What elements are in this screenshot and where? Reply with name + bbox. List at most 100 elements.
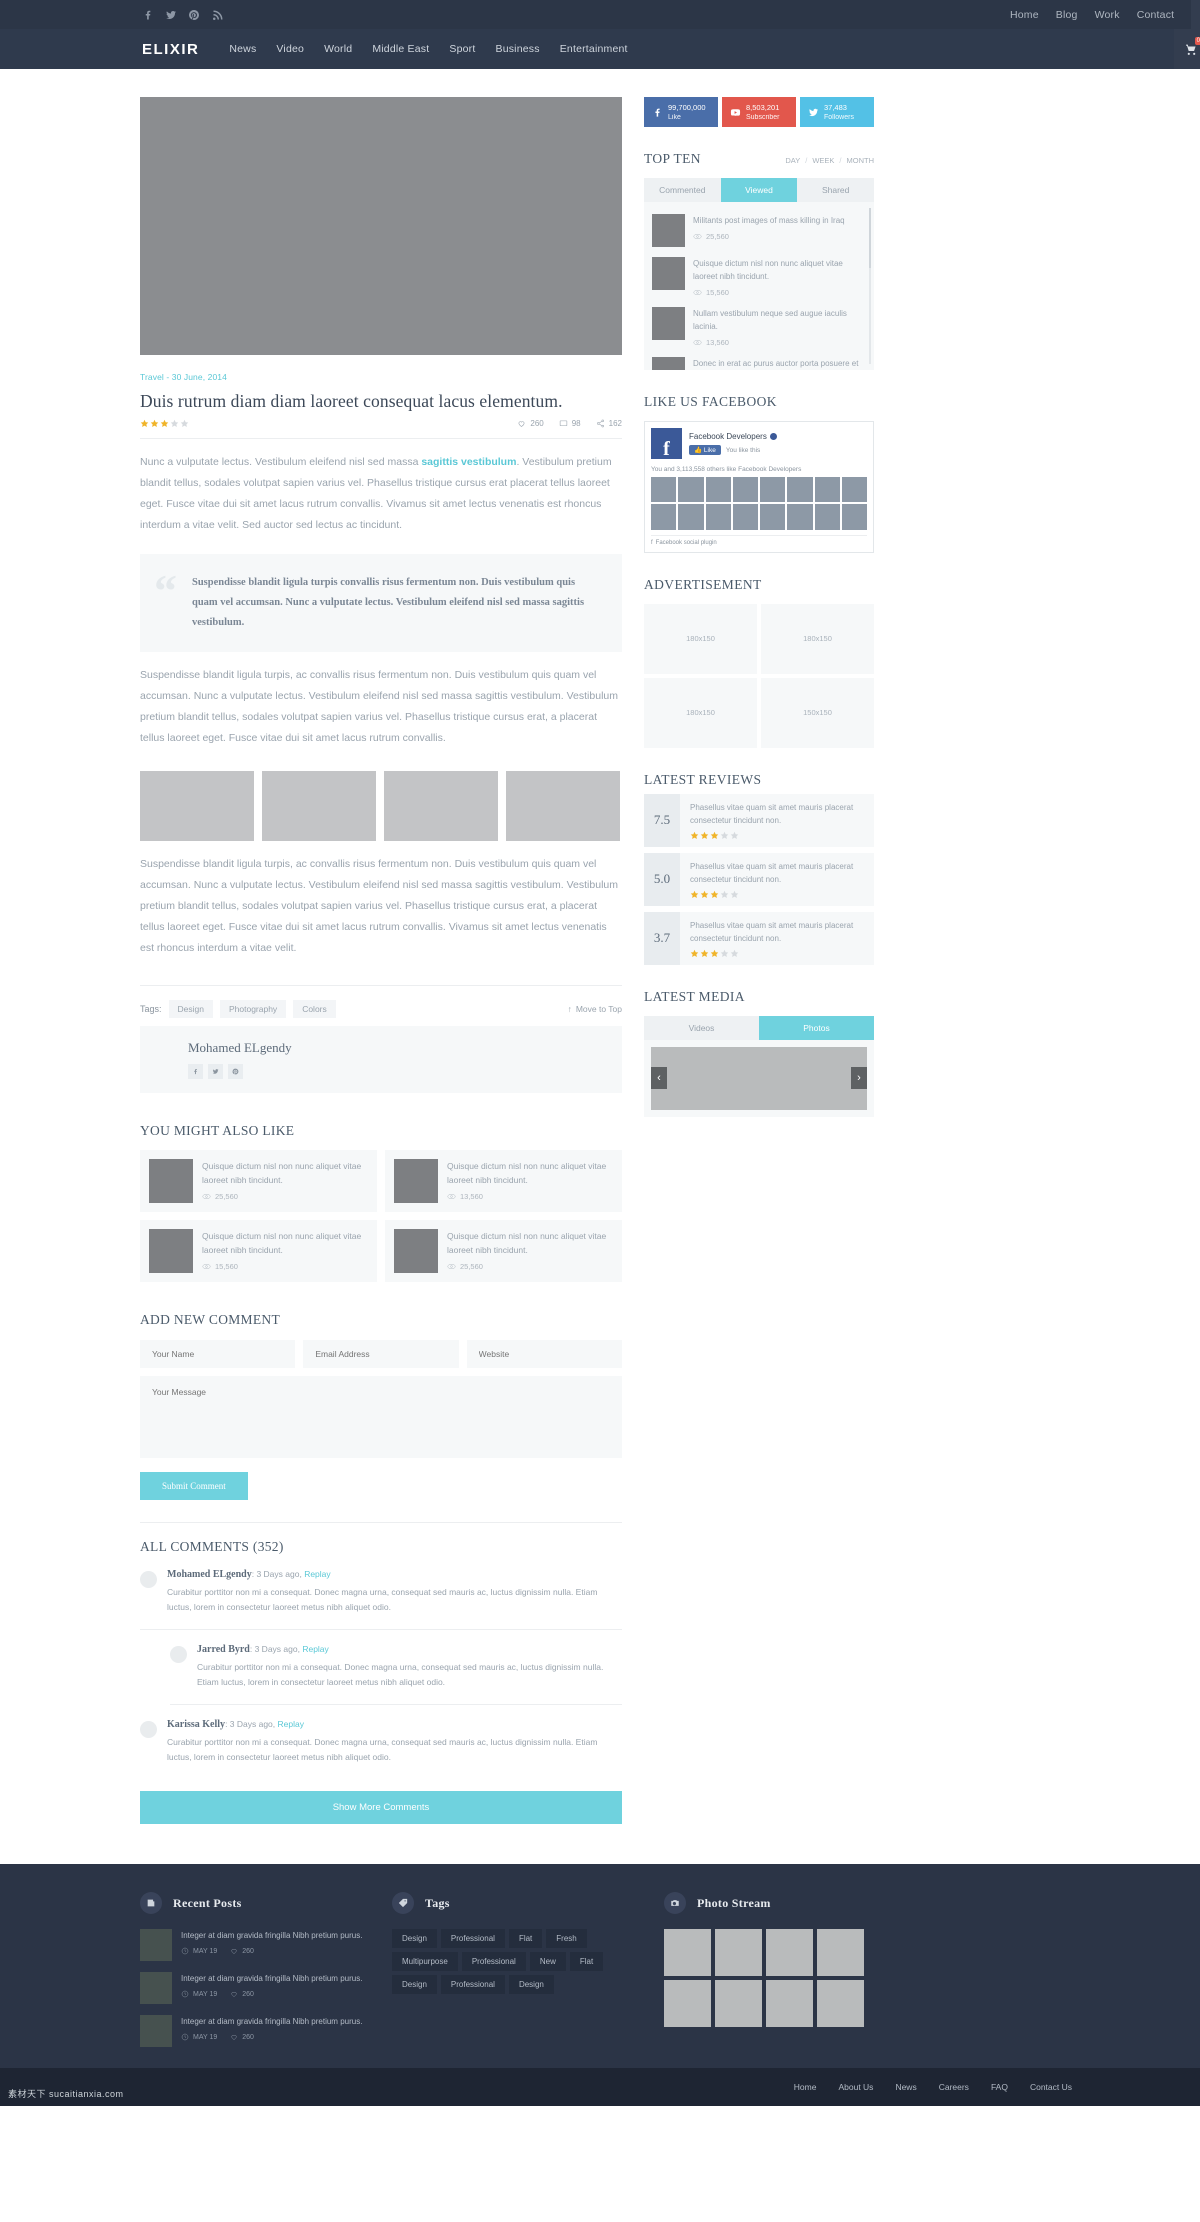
inline-link-sagittis[interactable]: sagittis vestibulum	[421, 456, 516, 468]
reply-link[interactable]: Replay	[278, 1719, 304, 1729]
nav-item-business[interactable]: Business	[495, 43, 539, 55]
period-week[interactable]: WEEK	[812, 156, 834, 165]
friend-avatar[interactable]	[678, 504, 704, 530]
next-slide-button[interactable]: ›	[851, 1067, 867, 1089]
nav-item-world[interactable]: World	[324, 43, 352, 55]
friend-avatar[interactable]	[678, 477, 704, 503]
photo-stream-item[interactable]	[766, 1929, 813, 1976]
footer-tag[interactable]: Flat	[508, 1929, 543, 1948]
friend-avatar[interactable]	[760, 477, 786, 503]
tab-videos[interactable]: Videos	[644, 1015, 759, 1040]
related-post-card[interactable]: Quisque dictum nisl non nunc aliquet vit…	[140, 1150, 377, 1212]
footer-link[interactable]: About Us	[838, 2082, 873, 2092]
footer-tag[interactable]: Professional	[440, 1929, 505, 1948]
friend-avatar[interactable]	[841, 504, 867, 530]
friend-avatar[interactable]	[814, 477, 840, 503]
top-ten-item[interactable]: Nullam vestibulum neque sed augue iaculi…	[652, 302, 866, 352]
facebook-page-name[interactable]: Facebook Developers	[689, 432, 767, 441]
related-post-card[interactable]: Quisque dictum nisl non nunc aliquet vit…	[385, 1220, 622, 1282]
tag-photography[interactable]: Photography	[219, 1000, 287, 1018]
footer-tag[interactable]: Design	[392, 1929, 437, 1948]
footer-tag[interactable]: Fresh	[546, 1929, 587, 1948]
prev-slide-button[interactable]: ‹	[651, 1067, 667, 1089]
pinterest-icon[interactable]	[188, 9, 200, 21]
footer-link[interactable]: Careers	[939, 2082, 969, 2092]
review-item[interactable]: 7.5 Phasellus vitae quam sit amet mauris …	[644, 793, 874, 847]
footer-link[interactable]: FAQ	[991, 2082, 1008, 2092]
language-selector[interactable]: AR ▾	[1191, 0, 1200, 29]
footer-tag[interactable]: Professional	[440, 1975, 505, 1994]
show-more-comments-button[interactable]: Show More Comments	[140, 1791, 622, 1824]
topbar-link-work[interactable]: Work	[1095, 9, 1120, 21]
comment-metric[interactable]: 98	[559, 419, 581, 428]
reply-link[interactable]: Replay	[302, 1644, 328, 1654]
twitter-counter[interactable]: 37,483 Followers	[800, 97, 874, 127]
footer-tag[interactable]: Design	[392, 1975, 437, 1994]
website-input[interactable]	[466, 1340, 622, 1368]
tab-photos[interactable]: Photos	[759, 1015, 874, 1040]
friend-avatar[interactable]	[705, 477, 731, 503]
author-facebook-icon[interactable]	[188, 1064, 203, 1079]
like-metric[interactable]: 260	[517, 419, 544, 428]
move-to-top-button[interactable]: ↑ Move to Top	[568, 1004, 622, 1014]
youtube-counter[interactable]: 8,503,201 Subscriber	[722, 97, 796, 127]
nav-item-video[interactable]: Video	[276, 43, 304, 55]
tag-colors[interactable]: Colors	[293, 1000, 336, 1018]
facebook-counter[interactable]: 99,700,000 Like	[644, 97, 718, 127]
friend-avatar[interactable]	[651, 504, 677, 530]
friend-avatar[interactable]	[787, 477, 813, 503]
top-ten-item[interactable]: Quisque dictum nisl non nunc aliquet vit…	[652, 252, 866, 302]
article-rating[interactable]	[140, 419, 189, 428]
tab-commented[interactable]: Commented	[644, 178, 721, 202]
footer-recent-post[interactable]: Integer at diam gravida fringilla Nibh p…	[140, 1972, 370, 2004]
nav-item-entertainment[interactable]: Entertainment	[560, 43, 628, 55]
review-item[interactable]: 3.7 Phasellus vitae quam sit amet mauris …	[644, 911, 874, 965]
footer-tag[interactable]: Design	[508, 1975, 554, 1994]
author-twitter-icon[interactable]	[208, 1064, 223, 1079]
top-ten-item[interactable]: Militants post images of mass killing in…	[652, 209, 866, 252]
review-item[interactable]: 5.0 Phasellus vitae quam sit amet mauris …	[644, 852, 874, 906]
photo-stream-item[interactable]	[664, 1929, 711, 1976]
rss-icon[interactable]	[211, 9, 223, 21]
article-meta[interactable]: Travel - 30 June, 2014	[140, 372, 622, 382]
footer-link[interactable]: Contact Us	[1030, 2082, 1072, 2092]
footer-recent-post[interactable]: Integer at diam gravida fringilla Nibh p…	[140, 1929, 370, 1961]
photo-stream-item[interactable]	[664, 1980, 711, 2027]
footer-tag[interactable]: Multipurpose	[392, 1952, 458, 1971]
top-ten-item[interactable]: Donec in erat ac purus auctor porta posu…	[652, 352, 866, 370]
author-pinterest-icon[interactable]	[228, 1064, 243, 1079]
reply-link[interactable]: Replay	[304, 1569, 330, 1579]
friend-avatar[interactable]	[760, 504, 786, 530]
email-input[interactable]	[303, 1340, 459, 1368]
friend-avatar[interactable]	[651, 477, 677, 503]
ad-slot[interactable]: 180x150	[761, 603, 874, 674]
author-name[interactable]: Mohamed ELgendy	[188, 1040, 622, 1056]
article-thumbnail[interactable]	[262, 771, 376, 841]
scrollbar-thumb[interactable]	[869, 208, 871, 268]
related-post-card[interactable]: Quisque dictum nisl non nunc aliquet vit…	[140, 1220, 377, 1282]
facebook-icon[interactable]	[142, 9, 154, 21]
submit-comment-button[interactable]: Submit Comment	[140, 1472, 248, 1500]
related-post-card[interactable]: Quisque dictum nisl non nunc aliquet vit…	[385, 1150, 622, 1212]
tag-design[interactable]: Design	[168, 1000, 213, 1018]
period-month[interactable]: MONTH	[847, 156, 875, 165]
share-metric[interactable]: 162	[596, 419, 622, 428]
nav-item-middle-east[interactable]: Middle East	[372, 43, 429, 55]
footer-link[interactable]: Home	[794, 2082, 817, 2092]
friend-avatar[interactable]	[705, 504, 731, 530]
twitter-icon[interactable]	[165, 9, 177, 21]
name-input[interactable]	[140, 1340, 296, 1368]
ad-slot[interactable]: 180x150	[644, 677, 757, 748]
photo-stream-item[interactable]	[715, 1980, 762, 2027]
footer-tag[interactable]: Flat	[569, 1952, 604, 1971]
photo-stream-item[interactable]	[715, 1929, 762, 1976]
article-thumbnail[interactable]	[384, 771, 498, 841]
site-logo[interactable]: ELIXIR	[70, 41, 229, 58]
facebook-like-button[interactable]: 👍 Like	[689, 445, 721, 455]
photo-stream-item[interactable]	[817, 1980, 864, 2027]
topbar-link-contact[interactable]: Contact	[1137, 9, 1175, 21]
topbar-link-blog[interactable]: Blog	[1056, 9, 1078, 21]
footer-tag[interactable]: Professional	[461, 1952, 526, 1971]
period-day[interactable]: DAY	[785, 156, 800, 165]
nav-item-news[interactable]: News	[229, 43, 256, 55]
